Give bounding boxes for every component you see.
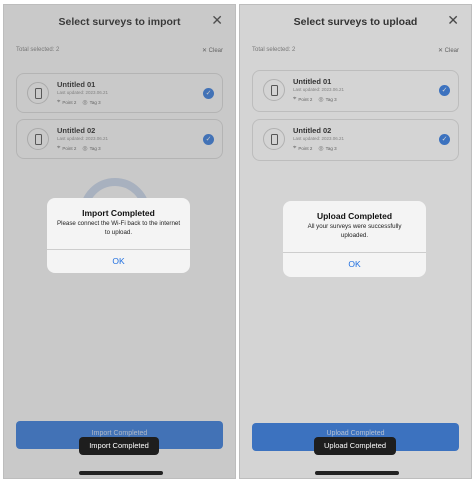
- home-indicator[interactable]: [79, 471, 163, 475]
- alert-message: Please connect the Wi-Fi back to the int…: [56, 220, 181, 236]
- ok-button[interactable]: OK: [283, 252, 426, 276]
- alert-title: Import Completed: [82, 208, 155, 218]
- upload-screen: Select surveys to upload ✕ Total selecte…: [239, 4, 472, 479]
- ok-button[interactable]: OK: [47, 249, 190, 273]
- toast: Import Completed: [79, 437, 159, 455]
- alert-message: All your surveys were successfully uploa…: [307, 223, 402, 239]
- import-screen: Select surveys to import ✕ Total selecte…: [3, 4, 236, 479]
- alert-title: Upload Completed: [316, 211, 393, 221]
- toast: Upload Completed: [314, 437, 396, 455]
- upload-alert-dialog: Upload Completed All your surveys were s…: [283, 201, 426, 277]
- home-indicator[interactable]: [315, 471, 399, 475]
- import-alert-dialog: Import Completed Please connect the Wi-F…: [47, 198, 190, 273]
